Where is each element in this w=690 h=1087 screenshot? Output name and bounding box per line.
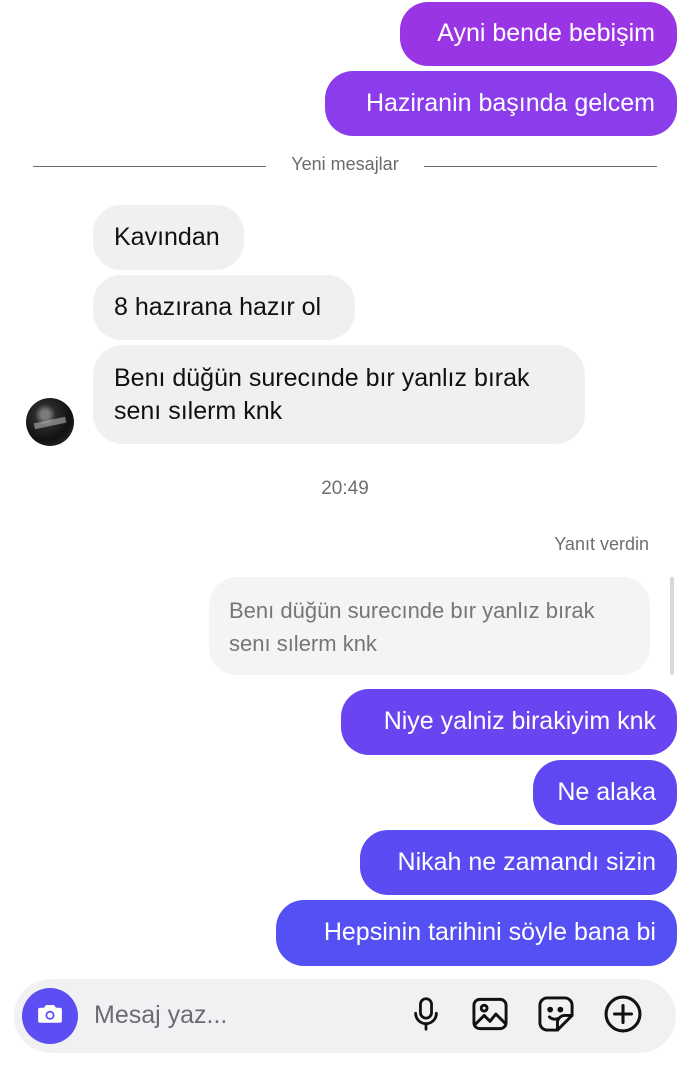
message-bubble-outgoing[interactable]: Nikah ne zamandı sizin: [360, 830, 677, 895]
message-bubble-incoming[interactable]: Benı düğün surecınde bır yanlız bırak se…: [93, 345, 585, 444]
message-text: 8 hazırana hazır ol: [114, 293, 322, 321]
message-text-line: Benı düğün surecınde bır yanlız bırak: [114, 364, 530, 392]
sender-avatar[interactable]: [26, 398, 74, 446]
message-text: Niye yalniz birakiyim knk: [383, 707, 656, 735]
new-messages-label: Yeni mesajlar: [291, 154, 399, 174]
quoted-text-line: senı sılerm knk: [229, 631, 377, 656]
quote-indicator-bar: [670, 577, 674, 675]
message-text: Nikah ne zamandı sizin: [397, 848, 656, 876]
message-bubble-outgoing[interactable]: Ne alaka: [533, 760, 677, 825]
timestamp: 20:49: [321, 478, 369, 499]
message-text: Hepsinin tarihini söyle bana bi: [323, 918, 656, 946]
message-bubble-incoming[interactable]: 8 hazırana hazır ol: [93, 275, 355, 340]
microphone-button[interactable]: [406, 996, 446, 1036]
message-bubble-outgoing[interactable]: Niye yalniz birakiyim knk: [341, 689, 677, 755]
message-text-line: senı sılerm knk: [114, 397, 283, 425]
message-text: Kavından: [114, 223, 220, 251]
add-icon: [603, 994, 643, 1039]
reply-label: Yanıt verdin: [554, 534, 649, 554]
quoted-text-line: Benı düğün surecınde bır yanlız bırak: [229, 598, 595, 623]
microphone-icon: [409, 996, 443, 1037]
message-bubble-incoming[interactable]: Kavından: [93, 205, 244, 270]
message-bubble-outgoing[interactable]: Hepsinin tarihini söyle bana bi: [276, 900, 677, 966]
add-button[interactable]: [603, 994, 643, 1039]
message-text: Haziranin başında gelcem: [365, 89, 655, 117]
quoted-message[interactable]: Benı düğün surecınde bır yanlız bırak se…: [209, 577, 650, 675]
message-text: Ne alaka: [557, 778, 656, 806]
message-text: Ayni bende bebişim: [437, 19, 655, 47]
sticker-button[interactable]: [536, 995, 576, 1038]
camera-icon: [35, 999, 65, 1034]
message-input[interactable]: Mesaj yaz...: [94, 1001, 227, 1030]
camera-button[interactable]: [22, 988, 78, 1044]
image-icon: [471, 996, 509, 1037]
sticker-icon: [537, 995, 575, 1038]
message-bubble-outgoing[interactable]: Haziranin başında gelcem: [325, 71, 677, 136]
gallery-button[interactable]: [470, 996, 510, 1036]
message-bubble-outgoing[interactable]: Ayni bende bebişim: [400, 2, 677, 66]
